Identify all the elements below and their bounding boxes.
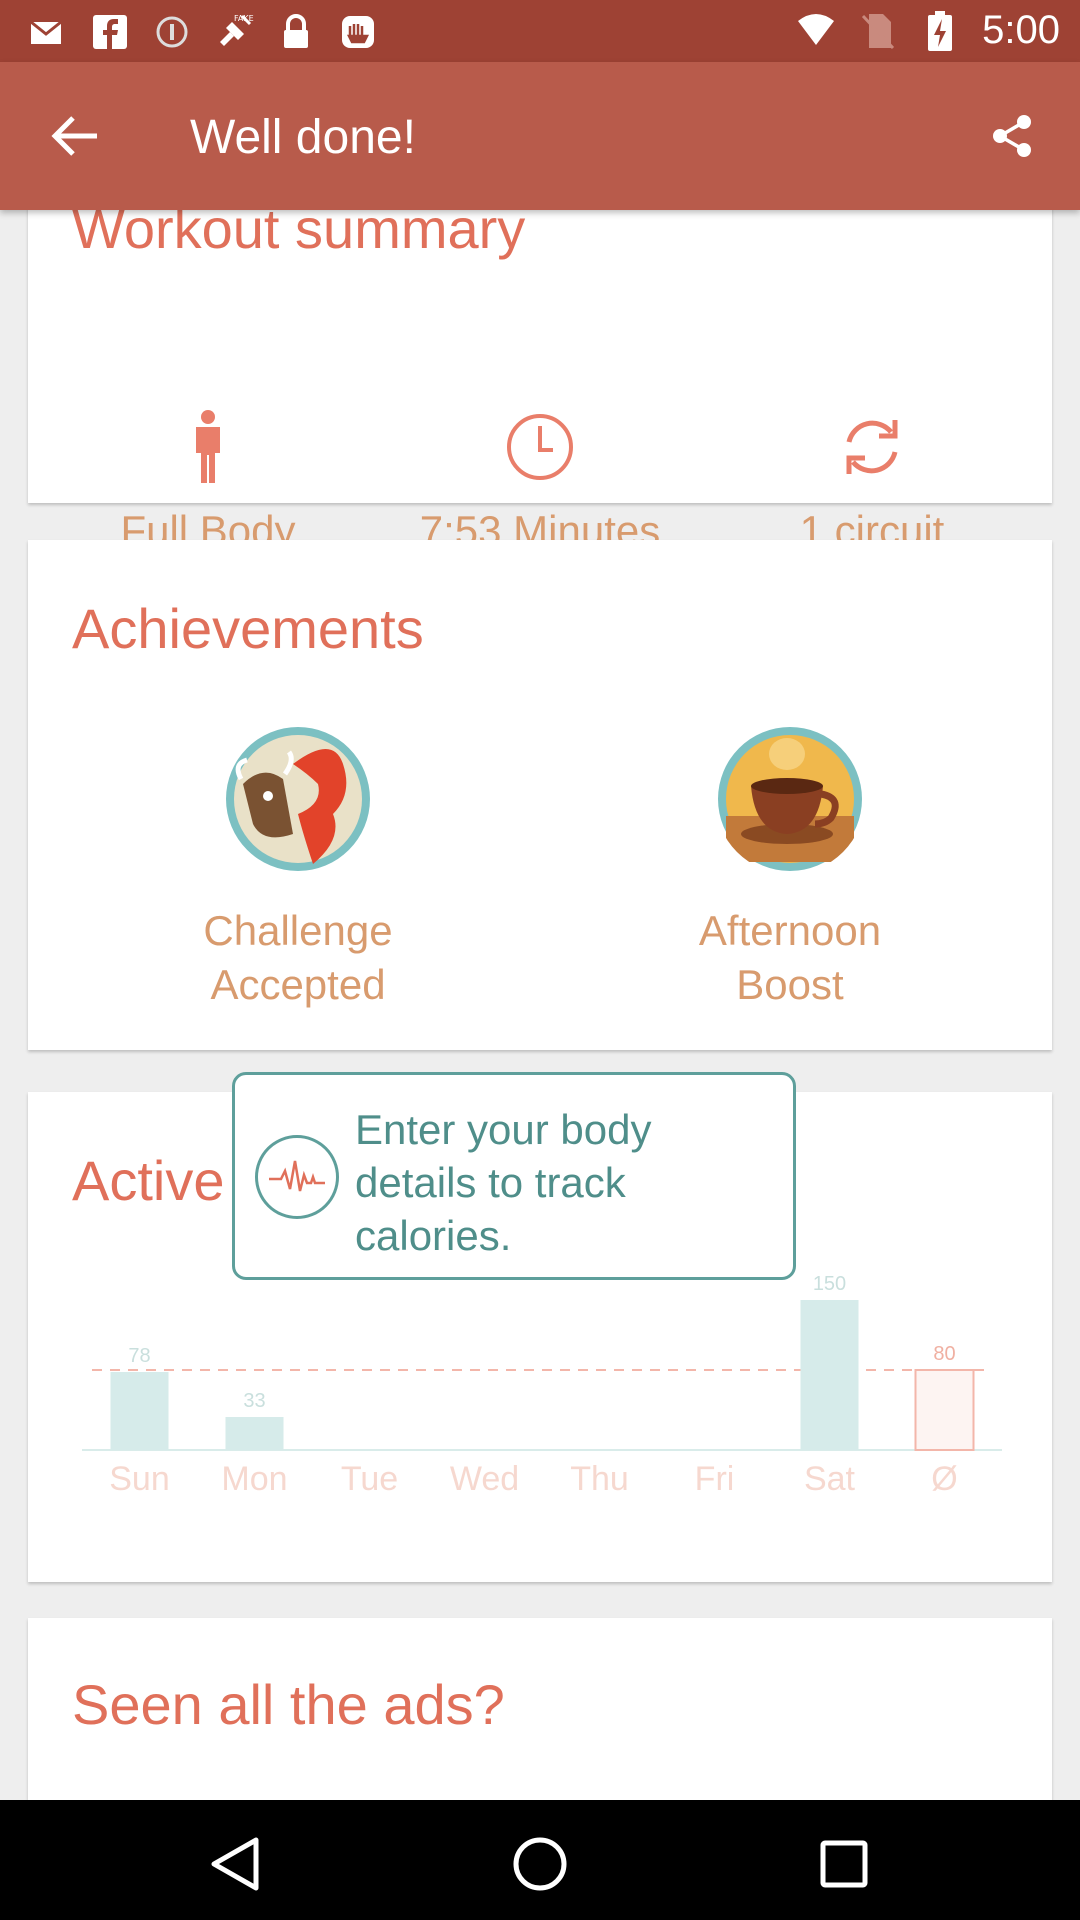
achievements-title: Achievements — [72, 597, 424, 660]
workout-summary-title: Workout summary — [72, 210, 526, 260]
bar-value-label: 78 — [128, 1345, 150, 1367]
refresh-icon — [832, 407, 912, 487]
stat-duration: 7:53 Minutes — [390, 407, 690, 555]
calorie-bar — [800, 1300, 859, 1450]
mail-icon — [28, 12, 68, 52]
back-button[interactable] — [40, 106, 110, 166]
status-bar: FAKE 5:00 — [0, 0, 1080, 62]
ads-card[interactable]: Seen all the ads? — [28, 1618, 1052, 1800]
badge-label-challenge: Challenge Accepted — [138, 904, 458, 1012]
bull-matador-badge-icon — [223, 724, 373, 874]
body-details-prompt-text: Enter your body details to track calorie… — [355, 1106, 652, 1259]
badge-challenge-accepted[interactable]: Challenge Accepted — [138, 724, 458, 1012]
stat-circuits: 1 circuit — [722, 407, 1022, 555]
app-bar: Well done! — [0, 62, 1080, 210]
tick-label: Sun — [109, 1460, 170, 1492]
tick-label: Tue — [341, 1460, 398, 1492]
tick-label: Thu — [570, 1460, 629, 1492]
wifi-icon — [796, 11, 836, 51]
nav-home-button[interactable] — [508, 1832, 572, 1896]
no-sim-icon — [858, 11, 898, 51]
status-time: 5:00 — [982, 8, 1060, 52]
facebook-icon — [90, 12, 130, 52]
average-bar — [914, 1369, 975, 1451]
share-button[interactable] — [984, 108, 1040, 164]
battery-charging-icon — [920, 10, 960, 51]
app-icon — [338, 12, 378, 52]
calories-chart-svg: 78 Sun 33 Mon Tue Wed Thu Fri 150 Sat 80 Ø — [82, 1273, 1002, 1498]
arrow-left-icon — [51, 116, 97, 156]
badge-label-line1: Challenge — [203, 907, 393, 954]
bar-value-label: 150 — [813, 1273, 846, 1295]
tick-label: Mon — [221, 1460, 287, 1492]
workout-summary-card: Workout summary Full Body 7:53 Minutes 1… — [28, 210, 1052, 554]
body-figure-icon — [168, 407, 248, 487]
body-details-prompt[interactable]: Enter your body details to track calorie… — [232, 1072, 796, 1280]
scroll-content[interactable]: Workout summary Full Body 7:53 Minutes 1… — [0, 210, 1080, 1800]
info-icon — [152, 12, 192, 52]
lock-icon — [276, 12, 316, 52]
tick-label: Sat — [804, 1460, 856, 1492]
tick-label: Ø — [931, 1460, 957, 1492]
achievements-card: Achievements Challenge Accepted Afternoo… — [28, 540, 1052, 1050]
nav-recents-button[interactable] — [812, 1832, 876, 1896]
calories-chart: 78 Sun 33 Mon Tue Wed Thu Fri 150 Sat 80 Ø — [82, 1272, 1002, 1498]
badge-label-line1: Afternoon — [698, 907, 882, 954]
nav-back-button[interactable] — [202, 1832, 266, 1896]
calorie-bar — [225, 1417, 284, 1450]
triangle-back-icon — [211, 1837, 259, 1891]
clock-icon — [500, 407, 580, 487]
badge-label-line2: Accepted — [210, 961, 386, 1008]
system-nav-bar — [0, 1800, 1080, 1920]
badge-label-afternoon: Afternoon Boost — [630, 904, 950, 1012]
ads-title: Seen all the ads? — [72, 1673, 505, 1736]
heartbeat-icon — [255, 1135, 339, 1219]
badge-label-line2: Boost — [736, 961, 844, 1008]
svg-text:FAKE: FAKE — [234, 14, 254, 23]
bar-value-label: 33 — [243, 1390, 265, 1412]
tick-label: Fri — [695, 1460, 735, 1492]
square-recents-icon — [820, 1840, 868, 1888]
coffee-cup-badge-icon — [715, 724, 865, 874]
calorie-bar — [110, 1372, 169, 1450]
bar-value-label: 80 — [933, 1343, 955, 1365]
circle-home-icon — [513, 1837, 567, 1891]
page-title: Well done! — [190, 111, 416, 164]
share-icon — [993, 115, 1031, 157]
badge-afternoon-boost[interactable]: Afternoon Boost — [630, 724, 950, 1012]
tick-label: Wed — [450, 1460, 519, 1492]
stat-body: Full Body — [58, 407, 358, 555]
fake-gps-icon: FAKE — [214, 12, 254, 52]
